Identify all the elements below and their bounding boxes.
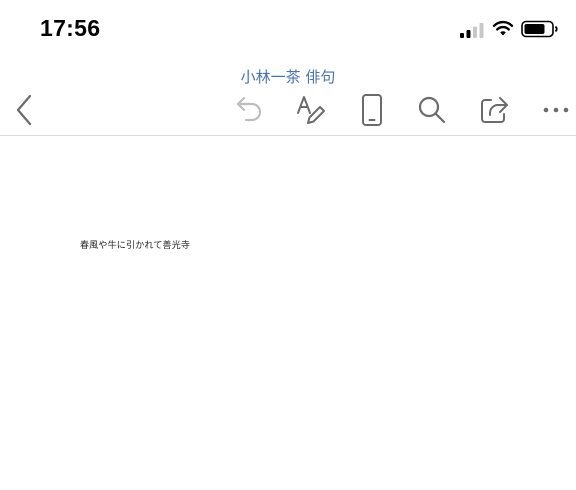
more-icon xyxy=(543,107,569,113)
draw-icon xyxy=(297,96,325,124)
status-time: 17:56 xyxy=(40,15,101,41)
back-icon xyxy=(16,94,32,126)
share-button[interactable] xyxy=(476,92,512,128)
document-page[interactable]: 春風や牛に引かれて善光寺 xyxy=(0,136,576,490)
document-body-text[interactable]: 春風や牛に引かれて善光寺 xyxy=(80,238,190,251)
phone-view-icon xyxy=(362,94,382,126)
share-icon xyxy=(481,97,508,123)
signal-icon xyxy=(460,23,484,38)
battery-icon xyxy=(521,20,558,38)
draw-button[interactable] xyxy=(293,92,329,128)
undo-button[interactable] xyxy=(232,92,268,128)
undo-icon xyxy=(236,96,262,122)
search-button[interactable] xyxy=(414,92,450,128)
phone-view-button[interactable] xyxy=(354,92,390,128)
wifi-icon xyxy=(492,20,514,36)
status-bar: 17:56 xyxy=(0,0,576,56)
document-title[interactable]: 小林一茶 俳句 xyxy=(0,66,576,87)
more-button[interactable] xyxy=(538,92,574,128)
toolbar xyxy=(0,88,576,134)
search-icon xyxy=(418,96,446,124)
back-button[interactable] xyxy=(6,92,42,128)
